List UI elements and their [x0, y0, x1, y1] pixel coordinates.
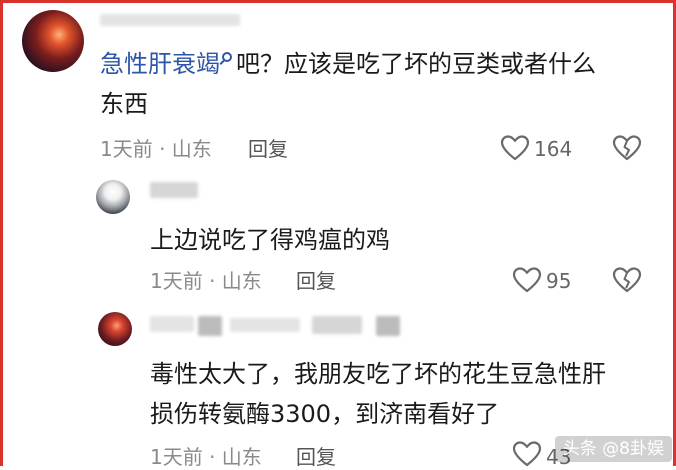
heart-icon[interactable] [512, 440, 542, 468]
comment-text: 毒性太大了，我朋友吃了坏的花生豆急性肝 [150, 360, 606, 388]
username-redacted [150, 316, 194, 332]
comment-text-rest: 吧？应该是吃了坏的豆类或者什么 [236, 50, 596, 78]
watermark: 头条 @8卦娱 [554, 436, 672, 462]
like-count: 95 [546, 269, 572, 293]
comment-text: 上边说吃了得鸡瘟的鸡 [150, 226, 390, 254]
comment-text: 急性肝衰竭 吧？应该是吃了坏的豆类或者什么 [100, 46, 596, 82]
dislike-heart-icon[interactable] [612, 266, 642, 294]
comment-meta: 1天前 · 山东 [150, 445, 262, 469]
like-count: 164 [534, 137, 573, 161]
comment-text-line-2: 东西 [100, 90, 148, 118]
avatar[interactable] [96, 180, 130, 214]
comment-meta: 1天前 · 山东 [150, 269, 262, 293]
reply-button[interactable]: 回复 [248, 136, 288, 162]
username-redacted [312, 316, 362, 334]
heart-icon[interactable] [512, 266, 542, 294]
username-redacted [230, 318, 300, 332]
username-redacted [376, 316, 400, 336]
search-link[interactable]: 急性肝衰竭 [100, 50, 220, 78]
avatar[interactable] [98, 312, 132, 346]
username-redacted [198, 316, 222, 336]
username-redacted [100, 14, 240, 26]
comment-text-line-2: 损伤转氨酶3300，到济南看好了 [150, 400, 500, 428]
avatar[interactable] [22, 10, 84, 72]
dislike-heart-icon[interactable] [612, 134, 642, 162]
search-icon[interactable] [222, 52, 232, 62]
reply-button[interactable]: 回复 [296, 268, 336, 294]
comment-meta: 1天前 · 山东 [100, 137, 212, 161]
heart-icon[interactable] [500, 134, 530, 162]
username-redacted [150, 182, 198, 198]
reply-button[interactable]: 回复 [296, 444, 336, 470]
